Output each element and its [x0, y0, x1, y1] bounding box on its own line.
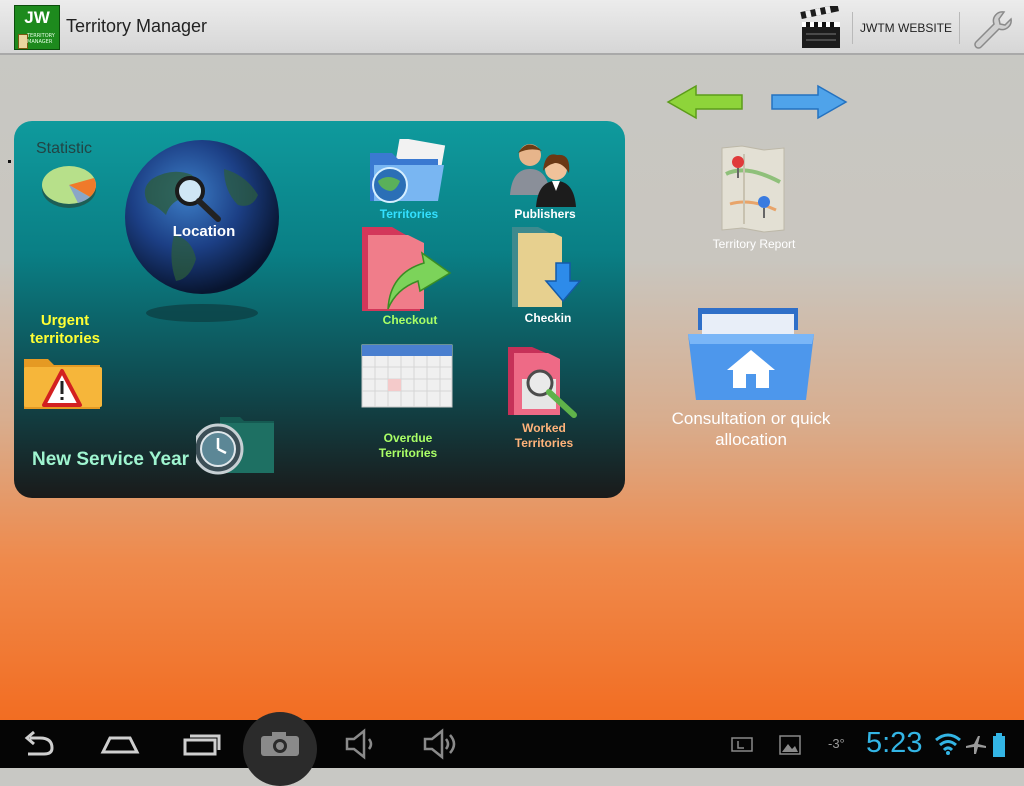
- worked-territories-label: Worked Territories: [514, 421, 574, 450]
- logo-subtext: TERRITORY MANAGER: [27, 33, 55, 45]
- airplane-mode-icon[interactable]: [964, 734, 988, 756]
- overdue-territories-tile[interactable]: Overdue Territories: [356, 343, 460, 463]
- checkin-tile[interactable]: Checkin: [498, 225, 598, 329]
- volume-up-icon[interactable]: [422, 728, 458, 760]
- urgent-territories-tile[interactable]: Urgent territories: [20, 311, 110, 411]
- map-icon: [721, 145, 785, 233]
- back-icon[interactable]: [22, 728, 60, 760]
- overdue-territories-label: Overdue Territories: [378, 431, 438, 460]
- action-bar: JW TERRITORY MANAGER Territory Manager J…: [0, 0, 1024, 55]
- location-tile[interactable]: Location: [114, 139, 290, 329]
- checkin-folder-icon: [512, 227, 582, 307]
- camera-icon[interactable]: [258, 728, 302, 760]
- jwtm-website-button[interactable]: JWTM WEBSITE: [856, 12, 956, 44]
- consultation-label: Consultation or quick allocation: [671, 409, 831, 449]
- home-folder-icon: [688, 308, 814, 400]
- storage-notification-icon[interactable]: [730, 736, 754, 754]
- gallery-notification-icon[interactable]: [778, 734, 802, 756]
- new-service-year-label: New Service Year: [32, 449, 190, 470]
- dot-marker: [8, 160, 11, 163]
- warning-folder-icon: [24, 359, 102, 409]
- territories-label: Territories: [379, 207, 439, 221]
- wrench-settings-icon[interactable]: [970, 8, 1012, 50]
- app-logo[interactable]: JW TERRITORY MANAGER: [14, 5, 60, 50]
- pie-chart-icon: [42, 166, 96, 208]
- people-icon: [510, 144, 576, 207]
- recent-apps-icon[interactable]: [182, 728, 222, 760]
- checkout-label: Checkout: [382, 313, 438, 327]
- main-menu-panel: Statistic Location Urgent territories Ne…: [14, 121, 625, 498]
- territory-report-label: Territory Report: [712, 237, 796, 251]
- arrow-left-icon[interactable]: [666, 84, 744, 120]
- new-service-year-tile[interactable]: New Service Year: [32, 413, 282, 477]
- wifi-icon[interactable]: [934, 732, 962, 756]
- checkout-tile[interactable]: Checkout: [358, 225, 462, 331]
- app-title: Territory Manager: [66, 16, 208, 36]
- checkout-folder-icon: [362, 227, 452, 311]
- urgent-territories-label: Urgent territories: [29, 312, 101, 347]
- clock[interactable]: 5:23: [866, 727, 922, 760]
- battery-icon[interactable]: [992, 732, 1006, 758]
- volume-down-icon[interactable]: [344, 728, 378, 760]
- time-machine-folder-icon: [196, 417, 274, 475]
- checkin-label: Checkin: [524, 311, 572, 325]
- worked-territories-tile[interactable]: Worked Territories: [492, 343, 596, 453]
- consultation-tile[interactable]: Consultation or quick allocation: [660, 304, 842, 452]
- logo-text: JW: [24, 8, 50, 27]
- blue-folder-globe-icon: [370, 139, 446, 203]
- separator: [959, 12, 960, 44]
- home-icon[interactable]: [100, 728, 140, 760]
- calendar-icon: [361, 344, 453, 408]
- statistic-label: Statistic: [36, 140, 93, 157]
- arrow-right-icon[interactable]: [770, 84, 848, 120]
- publishers-label: Publishers: [514, 207, 576, 221]
- worked-folder-search-icon: [508, 347, 577, 418]
- publishers-tile[interactable]: Publishers: [498, 139, 592, 223]
- temperature-indicator: -3°: [828, 736, 845, 751]
- location-label: Location: [172, 223, 236, 240]
- territories-tile[interactable]: Territories: [362, 139, 456, 223]
- separator: [852, 12, 853, 44]
- video-clapper-icon[interactable]: [800, 6, 842, 50]
- territory-report-tile[interactable]: Territory Report: [696, 144, 812, 256]
- statistic-tile[interactable]: Statistic: [32, 139, 112, 211]
